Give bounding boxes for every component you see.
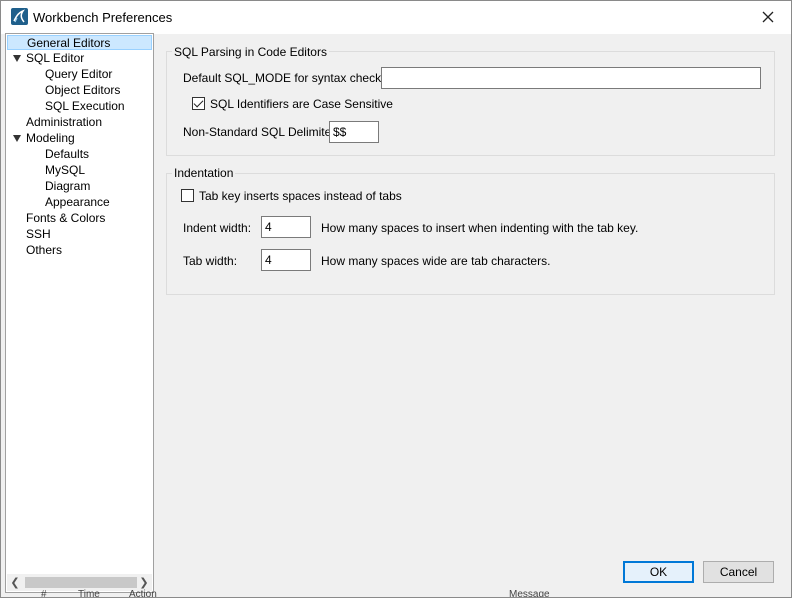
tree-item-label: Object Editors: [45, 83, 121, 97]
delimiter-label: Non-Standard SQL Delimiter:: [183, 125, 339, 139]
tree-item-modeling[interactable]: Modeling: [26, 131, 75, 146]
tree-item-label: SQL Editor: [26, 51, 85, 65]
tree-item-defaults[interactable]: Defaults: [45, 147, 89, 162]
background-column-header: Action: [129, 589, 157, 598]
indentation-group-title: Indentation: [172, 166, 236, 180]
indent-width-hint: How many spaces to insert when indenting…: [321, 221, 639, 235]
preferences-tree: General Editors SQL Editor Query Editor …: [5, 33, 154, 593]
sql-parsing-group-title: SQL Parsing in Code Editors: [172, 45, 329, 59]
title-bar: Workbench Preferences: [1, 1, 791, 34]
indent-width-label: Indent width:: [183, 221, 252, 235]
delimiter-input[interactable]: [329, 121, 379, 143]
tree-item-label: SQL Execution: [45, 99, 125, 113]
tree-item-label: Defaults: [45, 147, 90, 161]
tree-item-ssh[interactable]: SSH: [26, 227, 51, 242]
ok-button[interactable]: OK: [623, 561, 694, 583]
tree-item-administration[interactable]: Administration: [26, 115, 102, 130]
tree-item-label: Query Editor: [45, 67, 113, 81]
case-sensitive-checkbox[interactable]: [192, 97, 205, 110]
tree-item-label: Appearance: [45, 195, 110, 209]
tree-item-object-editors[interactable]: Object Editors: [45, 83, 120, 98]
sql-mode-input[interactable]: [381, 67, 761, 89]
tab-width-hint: How many spaces wide are tab characters.: [321, 254, 551, 268]
cancel-button-label: Cancel: [719, 565, 758, 579]
scroll-left-icon[interactable]: ❮: [7, 574, 23, 591]
tree-item-diagram[interactable]: Diagram: [45, 179, 90, 194]
tree-item-label: MySQL: [45, 163, 86, 177]
tab-spaces-checkbox[interactable]: [181, 189, 194, 202]
tree-item-fonts-colors[interactable]: Fonts & Colors: [26, 211, 105, 226]
tab-spaces-label: Tab key inserts spaces instead of tabs: [199, 189, 402, 203]
tree-item-appearance[interactable]: Appearance: [45, 195, 110, 210]
ok-button-label: OK: [649, 565, 668, 579]
close-icon[interactable]: [762, 7, 774, 28]
expand-arrow-icon[interactable]: [13, 135, 21, 142]
tree-item-label: Administration: [26, 115, 103, 129]
background-column-header: Message: [509, 589, 550, 598]
case-sensitive-label: SQL Identifiers are Case Sensitive: [210, 97, 393, 111]
tree-item-general-editors[interactable]: General Editors: [7, 35, 152, 50]
tree-item-label: Others: [26, 243, 63, 257]
tree-item-others[interactable]: Others: [26, 243, 62, 258]
tree-item-mysql[interactable]: MySQL: [45, 163, 85, 178]
tree-item-sql-execution[interactable]: SQL Execution: [45, 99, 125, 114]
indent-width-input[interactable]: [261, 216, 311, 238]
window-title: Workbench Preferences: [33, 10, 173, 25]
mysql-workbench-icon: [11, 8, 28, 25]
preferences-dialog: Workbench Preferences General Editors SQ…: [0, 0, 792, 598]
tab-width-label: Tab width:: [183, 254, 238, 268]
tree-item-label: Modeling: [26, 131, 75, 145]
tree-item-label: Fonts & Colors: [26, 211, 106, 225]
tab-width-input[interactable]: [261, 249, 311, 271]
close-button[interactable]: [745, 1, 791, 33]
background-column-header: Time: [78, 589, 100, 598]
tree-item-sql-editor[interactable]: SQL Editor: [26, 51, 84, 66]
sql-mode-label: Default SQL_MODE for syntax checker:: [183, 71, 396, 85]
tree-item-label: Diagram: [45, 179, 91, 193]
expand-arrow-icon[interactable]: [13, 55, 21, 62]
tree-item-label: General Editors: [27, 36, 111, 50]
cancel-button[interactable]: Cancel: [703, 561, 774, 583]
scrollbar-thumb[interactable]: [25, 577, 137, 588]
tree-item-label: SSH: [26, 227, 51, 241]
background-column-header: #: [41, 589, 47, 598]
tree-item-query-editor[interactable]: Query Editor: [45, 67, 112, 82]
